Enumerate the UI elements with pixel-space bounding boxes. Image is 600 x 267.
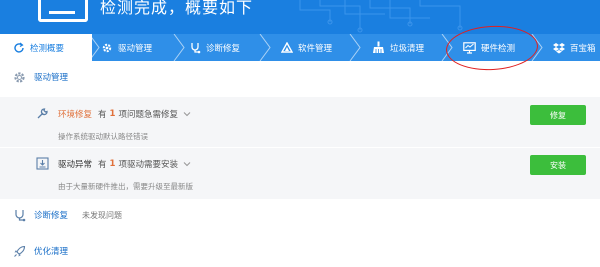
header-title: 检测完成，概要如下 [100, 0, 254, 17]
section-label: 诊断修复 [34, 211, 69, 221]
tab-toolbox[interactable]: 百宝箱 [552, 34, 596, 61]
chevron-down-icon[interactable] [183, 160, 191, 168]
driver-issue-suffix: 项驱动需要安装 [118, 160, 178, 170]
section-label: 驱动管理 [34, 73, 69, 83]
driver-issue-description: 由于大量新硬件推出，需要升级至最新版 [58, 182, 193, 191]
section-label: 优化清理 [34, 247, 69, 257]
tab-separator [349, 34, 361, 61]
repair-button[interactable]: 修复 [530, 105, 586, 125]
gear-icon [12, 70, 26, 84]
tab-label: 检测概要 [30, 43, 65, 54]
driver-issue-prefix: 有 [98, 160, 107, 170]
tab-software-management[interactable]: 软件管理 [280, 34, 332, 61]
circuit-decoration [299, 0, 463, 33]
rocket-icon [12, 244, 26, 258]
gear-icon [100, 41, 113, 54]
env-issue-suffix: 项问题急需修复 [118, 110, 178, 120]
tab-label: 软件管理 [298, 43, 333, 54]
wrench-icon [36, 107, 49, 120]
tab-label: 百宝箱 [570, 43, 596, 54]
env-issue-description: 操作系统驱动默认路径错误 [58, 132, 148, 141]
tab-label: 驱动管理 [118, 43, 153, 54]
stethoscope-icon [188, 41, 201, 54]
section-driver-management[interactable]: 驱动管理 [0, 63, 600, 91]
section-optimize-cleanup[interactable]: 优化清理 [0, 237, 600, 265]
env-issue-count: 1 [109, 109, 116, 119]
env-issue-summary: 环境修复 有 1 项问题急需修复 [58, 108, 191, 120]
env-issue-title: 环境修复 [58, 110, 93, 120]
tab-separator [173, 34, 185, 61]
install-button[interactable]: 安装 [530, 155, 586, 175]
tab-separator [259, 34, 271, 61]
broom-icon [372, 41, 385, 54]
driver-issue-count: 1 [109, 159, 116, 169]
section-status: 未发现问题 [82, 210, 123, 220]
monitor-logo-icon [38, 0, 88, 22]
env-issue-prefix: 有 [98, 110, 107, 120]
refresh-icon [12, 41, 25, 54]
tab-separator [88, 34, 100, 61]
section-diagnose-repair[interactable]: 诊断修复 未发现问题 [0, 201, 600, 229]
tab-diagnose-repair[interactable]: 诊断修复 [188, 34, 240, 61]
dropbox-icon [552, 41, 565, 54]
issue-card: 环境修复 有 1 项问题急需修复 操作系统驱动默认路径错误 修复 驱动异常 有 … [0, 97, 600, 199]
chevron-down-icon[interactable] [183, 110, 191, 118]
driver-issue-summary: 驱动异常 有 1 项驱动需要安装 [58, 158, 191, 170]
driver-box-icon [36, 157, 49, 170]
tab-driver-management[interactable]: 驱动管理 [100, 34, 152, 61]
tab-junk-cleanup[interactable]: 垃圾清理 [372, 34, 424, 61]
triangle-apps-icon [280, 41, 293, 54]
tab-label: 垃圾清理 [390, 43, 425, 54]
stethoscope-icon [12, 208, 26, 222]
driver-issue-title: 驱动异常 [58, 160, 93, 170]
card-divider [0, 147, 600, 148]
tab-overview[interactable]: 检测概要 [0, 34, 92, 61]
tab-label: 诊断修复 [206, 43, 241, 54]
